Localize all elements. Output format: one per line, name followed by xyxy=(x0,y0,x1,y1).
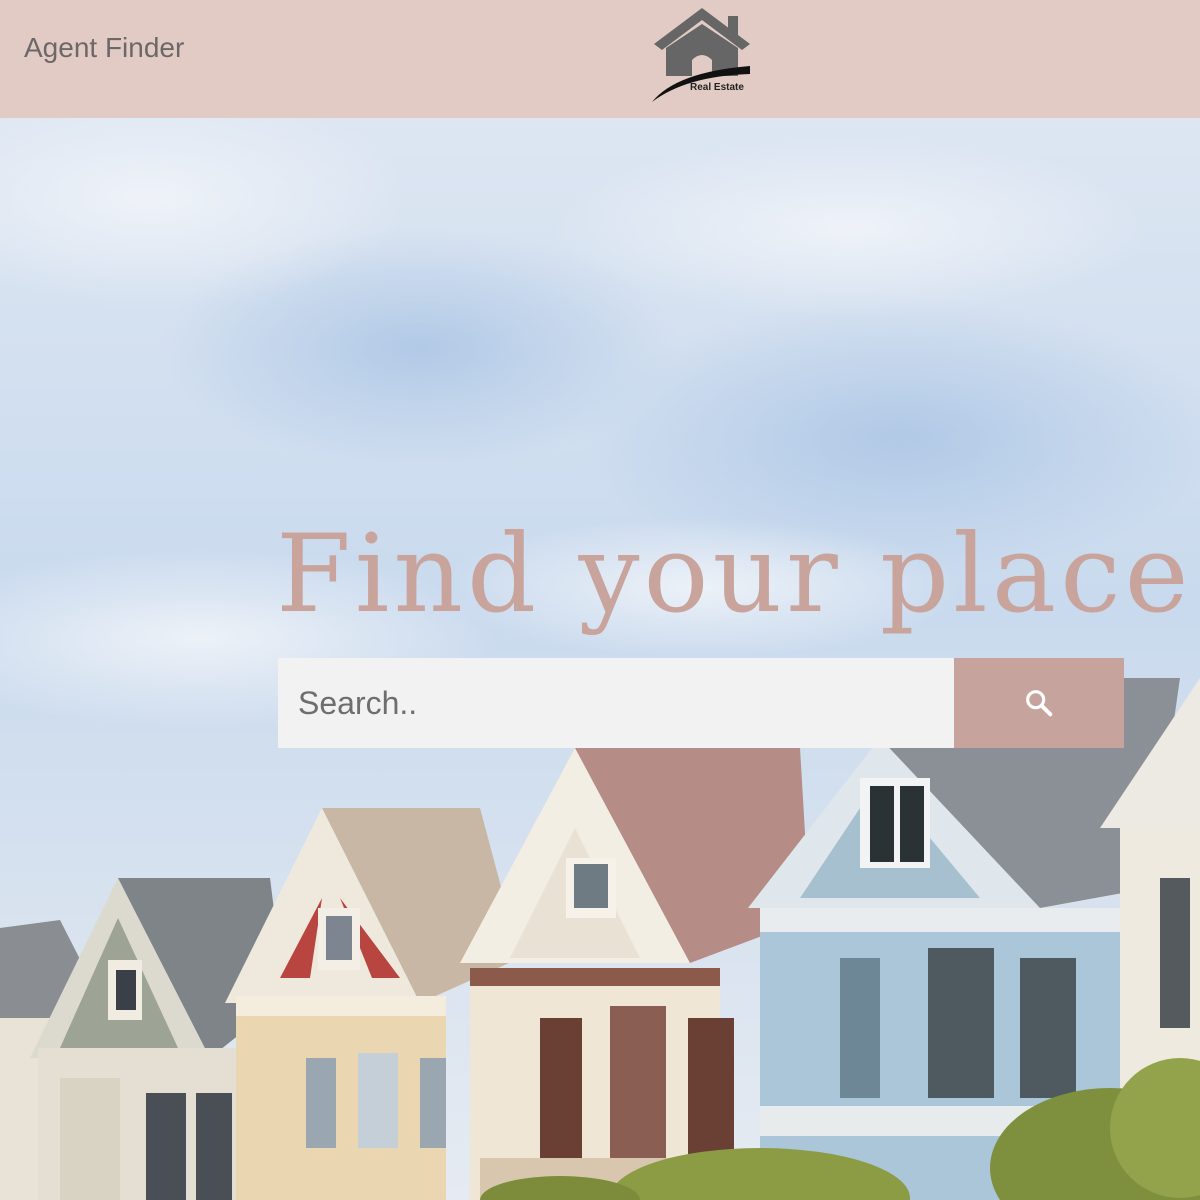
hero-headline: Find your place xyxy=(276,512,1193,637)
search-form xyxy=(278,658,1124,748)
search-button[interactable] xyxy=(954,658,1124,748)
agent-finder-link[interactable]: Agent Finder xyxy=(24,32,184,64)
search-icon xyxy=(1026,690,1053,717)
real-estate-logo[interactable]: Real Estate xyxy=(646,6,756,106)
search-input[interactable] xyxy=(278,658,954,748)
top-navbar: Agent Finder Real Estate xyxy=(0,0,1200,118)
logo-text: Real Estate xyxy=(690,82,744,93)
